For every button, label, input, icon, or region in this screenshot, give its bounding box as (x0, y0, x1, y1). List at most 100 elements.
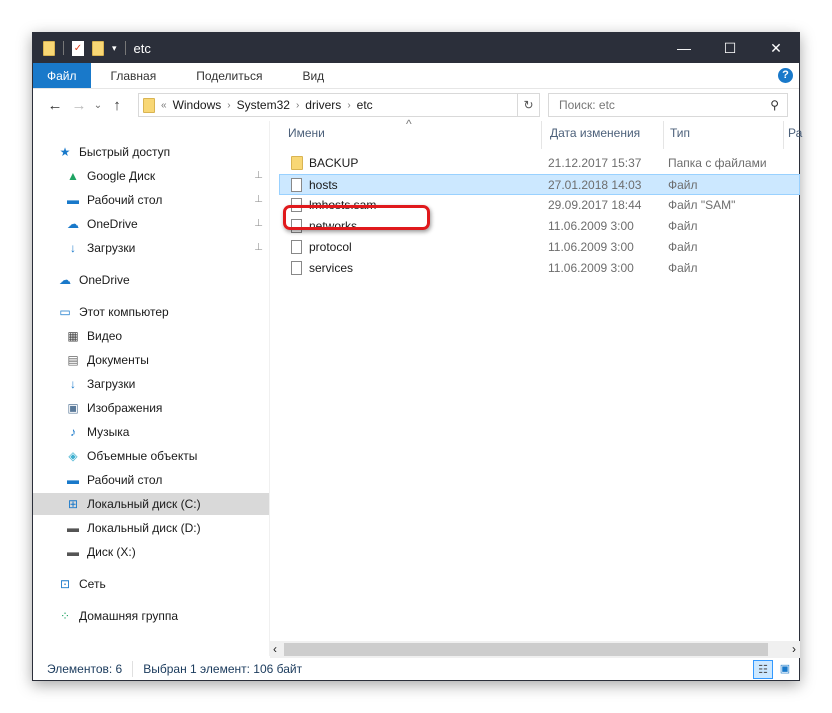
breadcrumb-system32[interactable]: System32 (237, 98, 290, 112)
file-name: BACKUP (309, 156, 359, 170)
breadcrumb-drivers[interactable]: drivers (305, 98, 341, 112)
tab-file[interactable]: Файл (33, 63, 91, 88)
desktop-icon: ▬ (67, 473, 79, 487)
sidebar-item[interactable]: ☁ OneDrive (33, 269, 269, 291)
sidebar-item[interactable]: ▣ Изображения (33, 397, 269, 419)
recent-locations-button[interactable]: ⌄ (91, 100, 105, 111)
video-icon: ▦ (67, 329, 79, 343)
file-type: Файл (668, 178, 698, 192)
column-header-date[interactable]: Дата изменения (550, 126, 640, 146)
file-row[interactable]: protocol 11.06.2009 3:00 Файл (280, 237, 800, 258)
downloads-icon: ↓ (70, 241, 76, 255)
sidebar-item-label: Музыка (87, 425, 130, 439)
sidebar-item[interactable]: ⊞ Локальный диск (C:) (33, 493, 269, 515)
details-view-button[interactable]: ☷ (753, 660, 773, 679)
file-date: 29.09.2017 18:44 (548, 198, 642, 212)
column-divider[interactable] (663, 121, 664, 149)
maximize-button[interactable]: ☐ (707, 33, 753, 63)
file-row[interactable]: services 11.06.2009 3:00 Файл (280, 258, 800, 279)
sidebar-item[interactable]: ♪ Музыка (33, 421, 269, 443)
search-icon[interactable]: ⚲ (770, 94, 779, 116)
pin-icon[interactable]: ⊥ (254, 213, 263, 235)
minimize-button[interactable]: — (661, 33, 707, 63)
sidebar-item-label: OneDrive (79, 273, 130, 287)
sidebar-item[interactable]: ▭ Этот компьютер (33, 301, 269, 323)
up-button[interactable]: ↑ (105, 97, 129, 114)
file-type: Файл (668, 240, 698, 254)
sidebar-item[interactable]: ▬ Локальный диск (D:) (33, 517, 269, 539)
ribbon-tabs: Файл Главная Поделиться Вид ? (33, 63, 799, 89)
horizontal-scrollbar[interactable]: ‹ › (270, 641, 800, 658)
breadcrumb-windows[interactable]: Windows (173, 98, 222, 112)
pin-icon[interactable]: ⊥ (254, 165, 263, 187)
tab-share[interactable]: Поделиться (176, 63, 282, 88)
column-header-type[interactable]: Тип (670, 126, 690, 146)
column-header-name[interactable]: Имени (288, 126, 325, 146)
sidebar-item[interactable]: ▤ Документы (33, 349, 269, 371)
scroll-left-button[interactable]: ‹ (273, 641, 277, 658)
divider (132, 661, 134, 677)
onedrive-icon: ☁ (67, 217, 79, 231)
title-bar: ✓ ▾ etc — ☐ ✕ (33, 33, 799, 63)
sidebar-item-label: Google Диск (87, 169, 156, 183)
tab-home[interactable]: Главная (91, 63, 177, 88)
properties-icon[interactable]: ✓ (72, 40, 84, 56)
star-icon: ★ (59, 145, 71, 159)
sidebar-item[interactable]: ☁ OneDrive ⊥ (33, 213, 269, 235)
customize-toolbar-icon[interactable]: ▾ (112, 43, 117, 54)
chevron-right-icon[interactable]: › (296, 100, 299, 111)
breadcrumb-etc[interactable]: etc (357, 98, 373, 112)
sidebar-item-label: Загрузки (87, 377, 136, 391)
pictures-icon: ▣ (67, 401, 79, 415)
pin-icon[interactable]: ⊥ (254, 237, 263, 259)
sidebar-item[interactable]: ⁘ Домашняя группа (33, 605, 269, 627)
file-list: ^ Имени Дата изменения Тип Ра BACKUP 21.1… (270, 117, 802, 651)
pin-icon[interactable]: ⊥ (254, 189, 263, 211)
3d-objects-icon: ◈ (68, 449, 78, 463)
chevron-right-icon[interactable]: › (347, 100, 350, 111)
file-type: Папка с файлами (668, 156, 767, 170)
large-icons-view-button[interactable]: ▣ (775, 660, 795, 679)
refresh-button[interactable]: ↻ (517, 93, 540, 117)
tab-view[interactable]: Вид (282, 63, 344, 88)
column-divider[interactable] (541, 121, 542, 149)
sidebar-item[interactable]: ▬ Рабочий стол ⊥ (33, 189, 269, 211)
search-input[interactable]: Поиск: etc ⚲ (548, 93, 788, 117)
column-divider[interactable] (783, 121, 784, 149)
sidebar-item-label: Диск (X:) (87, 545, 136, 559)
scrollbar-thumb[interactable] (284, 643, 768, 656)
sidebar-item[interactable]: ▦ Видео (33, 325, 269, 347)
highlight-ring (283, 205, 430, 230)
sidebar-item[interactable]: ▬ Рабочий стол (33, 469, 269, 491)
file-row[interactable]: hosts 27.01.2018 14:03 Файл (279, 174, 800, 195)
file-row[interactable]: BACKUP 21.12.2017 15:37 Папка с файлами (280, 153, 800, 174)
scroll-right-button[interactable]: › (792, 641, 796, 658)
column-header-size[interactable]: Ра (788, 126, 802, 146)
sidebar-item[interactable]: ↓ Загрузки ⊥ (33, 237, 269, 259)
new-folder-icon[interactable] (92, 40, 104, 56)
sidebar-item[interactable]: ↓ Загрузки (33, 373, 269, 395)
sidebar-item[interactable]: ◈ Объемные объекты (33, 445, 269, 467)
file-date: 11.06.2009 3:00 (548, 240, 634, 254)
address-bar[interactable]: « Windows › System32 › drivers › etc (138, 93, 540, 117)
file-type: Файл (668, 219, 698, 233)
sidebar-item-label: Рабочий стол (87, 473, 163, 487)
google-drive-icon: ▲ (67, 169, 79, 183)
onedrive-icon: ☁ (59, 273, 71, 287)
chevron-right-icon[interactable]: › (227, 100, 230, 111)
documents-icon: ▤ (67, 353, 79, 367)
file-icon (291, 178, 302, 192)
file-type: Файл "SAM" (668, 198, 736, 212)
sidebar-item[interactable]: ▬ Диск (X:) (33, 541, 269, 563)
sidebar-item[interactable]: ▲ Google Диск ⊥ (33, 165, 269, 187)
sidebar-item[interactable]: ⊡ Сеть (33, 573, 269, 595)
sidebar-item[interactable]: ★ Быстрый доступ (33, 141, 269, 163)
sidebar-item-label: Домашняя группа (79, 609, 179, 623)
forward-button[interactable]: → (67, 97, 91, 114)
downloads-icon: ↓ (70, 377, 76, 391)
help-icon[interactable]: ? (778, 68, 793, 83)
back-button[interactable]: ← (43, 97, 67, 114)
overflow-chevron[interactable]: « (161, 100, 167, 111)
file-name: protocol (309, 240, 352, 254)
close-button[interactable]: ✕ (753, 33, 799, 63)
